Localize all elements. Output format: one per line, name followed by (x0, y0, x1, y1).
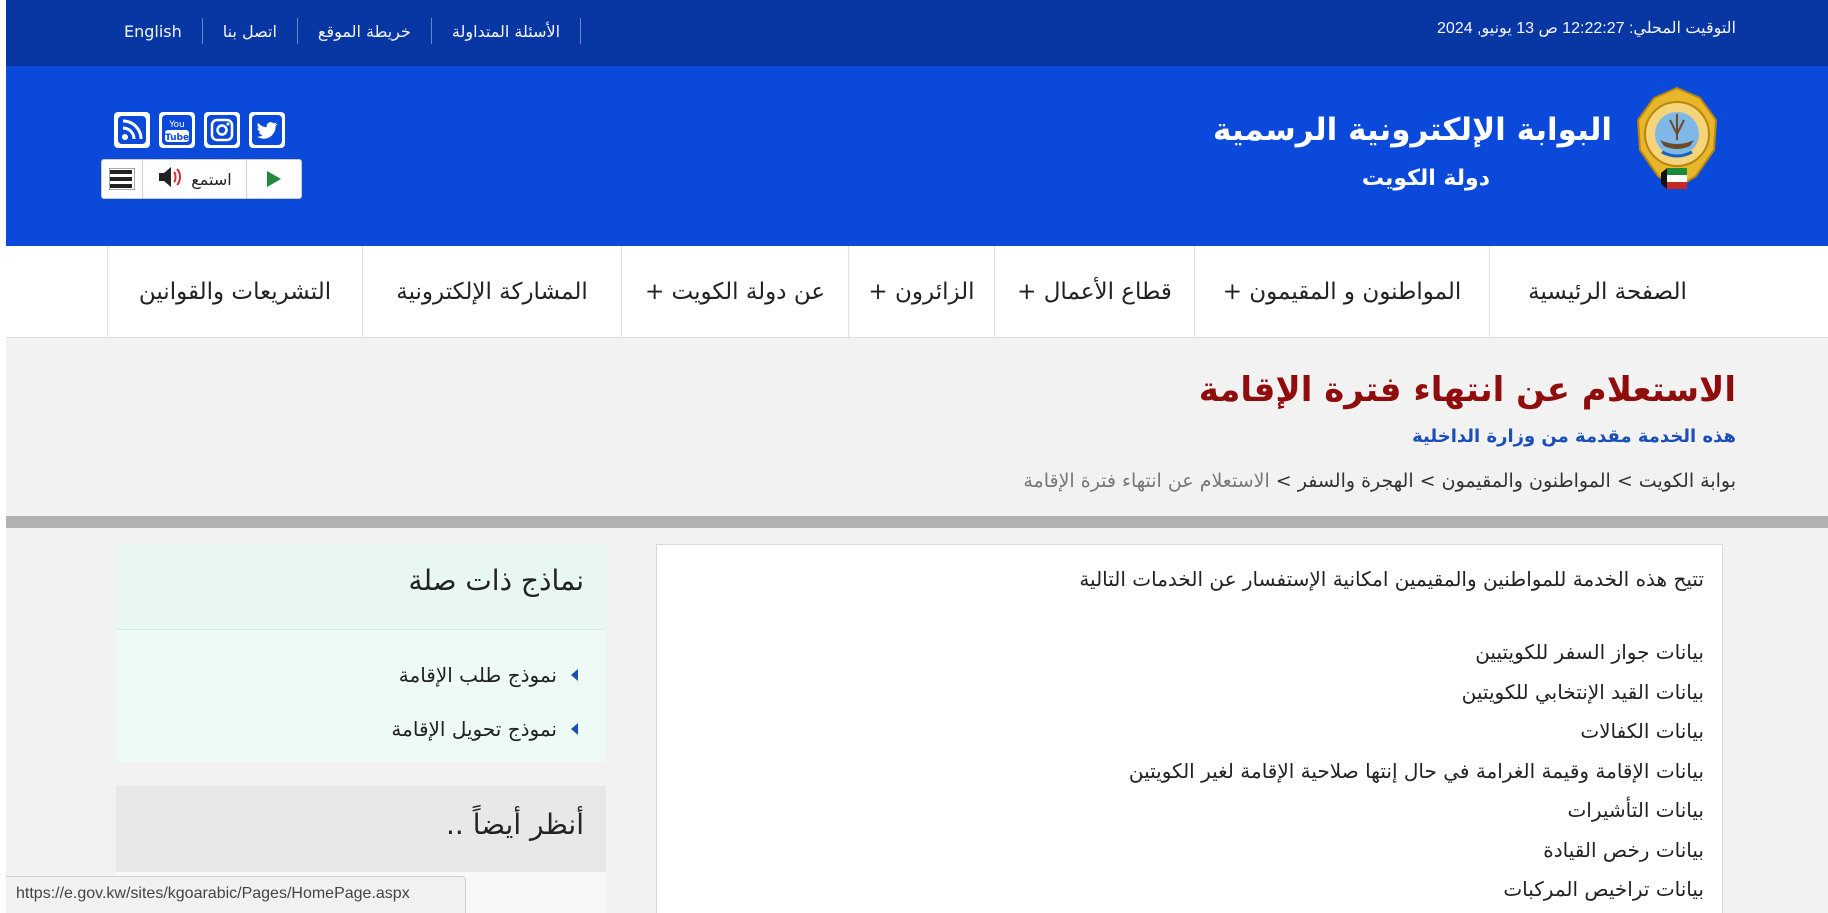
svg-text:You: You (168, 120, 185, 130)
faq-link[interactable]: الأسئلة المتداولة (432, 18, 580, 45)
service-item: بيانات القيد الإنتخابي للكويتين (1461, 679, 1704, 704)
nav-visitors[interactable]: الزائرون + (848, 246, 994, 338)
local-time: التوقيت المحلي: 12:22:27 ص 13 يونيو, 202… (1437, 20, 1736, 37)
rss-icon[interactable] (114, 112, 150, 148)
youtube-icon[interactable]: You Tube (159, 112, 195, 148)
service-item: بيانات التأشيرات (1567, 798, 1704, 822)
service-item: بيانات رخص القيادة (1543, 837, 1704, 862)
see-also-title: أنظر أيضاً .. (446, 808, 584, 841)
breadcrumb-separator: > (1275, 470, 1292, 492)
contact-link[interactable]: اتصل بنا (203, 18, 297, 45)
related-forms-title: نماذج ذات صلة (408, 564, 584, 597)
nav-e-participation[interactable]: المشاركة الإلكترونية (362, 246, 621, 338)
status-bar-url: https://e.gov.kw/sites/kgoarabic/Pages/H… (6, 876, 466, 913)
twitter-icon[interactable] (249, 112, 285, 148)
divider-band (6, 516, 1828, 528)
arrow-left-icon (571, 723, 578, 735)
menu-icon[interactable] (102, 160, 142, 198)
site-header: You Tube استمع البوابة الإلكترونية الرسم… (6, 66, 1828, 246)
service-item: بيانات الإقامة وقيمة الغرامة في حال إنته… (1128, 758, 1704, 783)
nav-about-kuwait[interactable]: عن دولة الكويت + (621, 246, 848, 338)
related-form-label: نموذج تحويل الإقامة (391, 717, 557, 741)
site-subtitle: دولة الكويت (1361, 166, 1490, 191)
breadcrumb-immigration[interactable]: الهجرة والسفر (1298, 470, 1414, 492)
breadcrumb-separator: > (1616, 470, 1633, 492)
service-item: بيانات تراخيص المركبات (1503, 877, 1704, 901)
social-icons: You Tube (114, 112, 285, 148)
main-nav: الصفحة الرئيسية المواطنون و المقيمون + ق… (6, 246, 1828, 338)
breadcrumb-citizens[interactable]: المواطنون والمقيمون (1442, 470, 1611, 492)
divider (580, 18, 582, 44)
top-links: English اتصل بنا خريطة الموقع الأسئلة ال… (104, 18, 582, 45)
service-item: بيانات جواز السفر للكويتيين (1475, 640, 1704, 664)
listen-button[interactable]: استمع (142, 160, 247, 198)
related-forms-header: نماذج ذات صلة (116, 544, 606, 630)
related-forms-panel: نماذج ذات صلة نموذج طلب الإقامة نموذج تح… (116, 544, 606, 762)
breadcrumb: بوابة الكويت > المواطنون والمقيمون > اله… (1023, 470, 1736, 492)
nav-citizens-residents[interactable]: المواطنون و المقيمون + (1194, 246, 1489, 338)
nav-home[interactable]: الصفحة الرئيسية (1489, 246, 1725, 338)
speaker-icon (157, 165, 185, 193)
listen-label: استمع (191, 169, 232, 189)
nav-business[interactable]: قطاع الأعمال + (994, 246, 1194, 338)
site-title: البوابة الإلكترونية الرسمية (1213, 112, 1612, 148)
page-title: الاستعلام عن انتهاء فترة الإقامة (1198, 370, 1736, 410)
service-provider[interactable]: هذه الخدمة مقدمة من وزارة الداخلية (1412, 426, 1736, 447)
play-icon[interactable] (247, 160, 301, 198)
related-forms-list: نموذج طلب الإقامة نموذج تحويل الإقامة (116, 630, 606, 762)
breadcrumb-kuwait-portal[interactable]: بوابة الكويت (1639, 470, 1736, 492)
top-bar: English اتصل بنا خريطة الموقع الأسئلة ال… (6, 0, 1828, 66)
browser-viewport: English اتصل بنا خريطة الموقع الأسئلة ال… (6, 0, 1828, 913)
instagram-icon[interactable] (204, 112, 240, 148)
breadcrumb-separator: > (1419, 470, 1436, 492)
sitemap-link[interactable]: خريطة الموقع (298, 18, 431, 45)
english-link[interactable]: English (104, 18, 202, 45)
nav-legislation[interactable]: التشريعات والقوانين (107, 246, 362, 338)
related-form-label: نموذج طلب الإقامة (398, 663, 557, 687)
arrow-left-icon (571, 669, 578, 681)
related-form-link[interactable]: نموذج تحويل الإقامة (116, 702, 606, 756)
listen-player: استمع (101, 159, 302, 199)
intro-text: تتيح هذه الخدمة للمواطنين والمقيمين امكا… (1079, 567, 1704, 591)
service-description: تتيح هذه الخدمة للمواطنين والمقيمين امكا… (656, 544, 1723, 913)
breadcrumb-current: الاستعلام عن انتهاء فترة الإقامة (1023, 470, 1270, 492)
kuwait-emblem-icon[interactable] (1630, 84, 1724, 198)
see-also-header: أنظر أيضاً .. (116, 786, 606, 872)
service-item: بيانات الكفالات (1580, 719, 1704, 743)
related-form-link[interactable]: نموذج طلب الإقامة (116, 648, 606, 702)
svg-text:Tube: Tube (165, 133, 189, 143)
title-area: الاستعلام عن انتهاء فترة الإقامة هذه الخ… (6, 338, 1828, 516)
